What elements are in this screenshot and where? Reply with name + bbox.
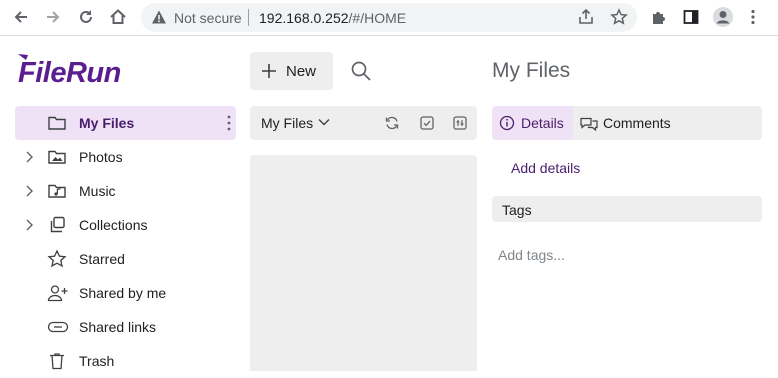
url-path: /#/HOME (348, 10, 407, 26)
reload-button[interactable] (75, 6, 97, 28)
bookmark-star-icon[interactable] (610, 8, 628, 26)
url-host: 192.168.0.252 (259, 10, 349, 26)
sidebar-item-label: Trash (79, 353, 115, 369)
file-list-pane[interactable] (250, 155, 477, 371)
sidebar-item-collections[interactable]: Collections (15, 208, 236, 242)
kebab-menu-icon (751, 9, 755, 25)
chevron-down-icon[interactable] (318, 118, 330, 126)
tab-details[interactable]: Details (492, 106, 573, 140)
sidebar-item-label: Shared by me (79, 285, 167, 301)
address-bar[interactable]: Not secure 192.168.0.252/#/HOME (141, 3, 637, 32)
info-icon (499, 115, 515, 131)
sidebar-item-music[interactable]: Music (15, 174, 236, 208)
sidebar-item-photos[interactable]: Photos (15, 140, 236, 174)
security-label[interactable]: Not secure (174, 10, 242, 26)
star-icon (47, 249, 67, 268)
warning-icon (152, 10, 166, 24)
add-tags-input[interactable]: Add tags... (498, 247, 565, 263)
sidebar-item-label: Shared links (79, 319, 157, 335)
folder-icon (48, 116, 66, 130)
sidebar-item-label: My Files (79, 115, 135, 131)
sidebar-item-shared-by-me[interactable]: Shared by me (15, 276, 236, 310)
sidebar-item-label: Music (79, 183, 116, 199)
home-icon (110, 9, 126, 24)
search-icon (351, 61, 371, 81)
new-button[interactable]: New (250, 52, 333, 90)
add-details-link[interactable]: Add details (511, 160, 580, 176)
side-panel-button[interactable] (680, 6, 702, 28)
view-options-icon[interactable] (452, 115, 468, 131)
refresh-icon[interactable] (384, 115, 400, 131)
music-icon (48, 184, 66, 198)
svg-text:FileRun: FileRun (18, 57, 121, 89)
extensions-button[interactable] (648, 6, 670, 28)
comments-icon (580, 117, 598, 132)
file-toolbar: My Files (250, 106, 477, 140)
tab-comments-label: Comments (603, 115, 671, 131)
sidebar-item-label: Starred (79, 251, 125, 267)
link-icon (47, 321, 69, 333)
more-options-icon[interactable] (226, 114, 232, 132)
puzzle-icon (653, 12, 665, 24)
folder-title-dropdown[interactable]: My Files (261, 115, 313, 131)
chevron-right-icon[interactable] (25, 219, 33, 231)
details-tabs: Details Comments (492, 106, 762, 140)
sidebar-item-label: Collections (79, 217, 148, 233)
search-button[interactable] (350, 60, 372, 82)
back-button[interactable] (10, 6, 32, 28)
sidebar-item-shared-links[interactable]: Shared links (15, 310, 236, 344)
chevron-right-icon[interactable] (25, 151, 33, 163)
arrow-left-icon (14, 11, 27, 23)
address-divider (248, 9, 249, 26)
chevron-right-icon[interactable] (25, 185, 33, 197)
collections-icon (50, 216, 65, 233)
details-title: My Files (492, 59, 571, 82)
sidebar-item-trash[interactable]: Trash (15, 344, 236, 378)
shared-by-me-icon (47, 285, 68, 302)
avatar-icon (713, 7, 733, 27)
new-button-label: New (286, 63, 317, 80)
forward-button[interactable] (42, 6, 64, 28)
sidebar-item-starred[interactable]: Starred (15, 242, 236, 276)
tab-details-label: Details (521, 115, 564, 131)
side-panel-icon (683, 10, 699, 24)
tags-header-label: Tags (502, 202, 532, 218)
tab-comments[interactable]: Comments (573, 106, 693, 140)
arrow-right-icon (47, 11, 60, 23)
plus-icon (262, 64, 276, 78)
home-button[interactable] (107, 6, 129, 28)
filerun-logo[interactable]: FileRun (16, 52, 138, 90)
browser-menu-button[interactable] (742, 6, 764, 28)
sidebar-item-my-files[interactable]: My Files (15, 106, 236, 140)
tags-header: Tags (492, 196, 762, 222)
sidebar-item-label: Photos (79, 149, 123, 165)
select-all-icon[interactable] (419, 115, 435, 131)
profile-button[interactable] (712, 6, 734, 28)
photos-icon (48, 150, 66, 164)
url-text[interactable]: 192.168.0.252/#/HOME (259, 10, 406, 26)
sidebar-nav: My Files Photos Music Collections Starre… (15, 106, 236, 378)
browser-toolbar: Not secure 192.168.0.252/#/HOME (0, 0, 778, 36)
share-icon[interactable] (577, 8, 595, 26)
reload-icon (80, 10, 92, 23)
trash-icon (50, 353, 64, 370)
